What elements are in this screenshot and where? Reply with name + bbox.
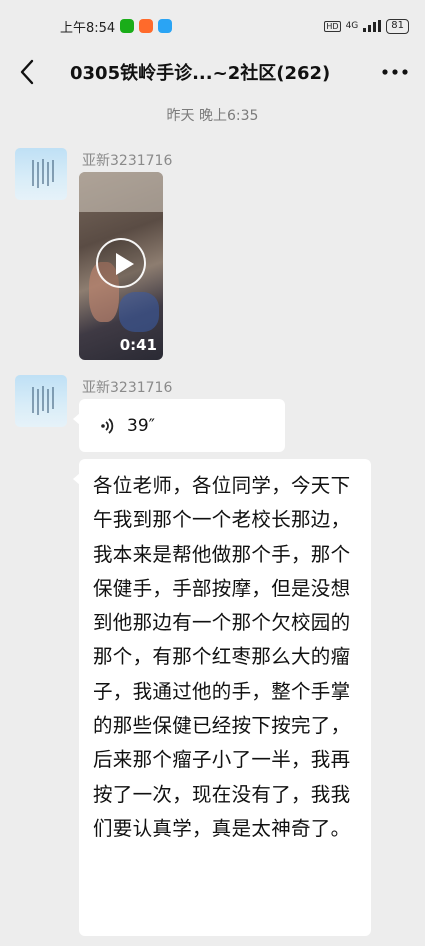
voice-message[interactable]: 39″ [73,399,285,452]
sender-name: 亚新3231716 [82,153,173,169]
message-text: 各位老师，各位同学，今天下午我到那个一个老校长那边，我本来是帮他做那个手，那个保… [93,474,351,840]
video-message[interactable]: 0:41 [79,172,163,360]
more-dots-icon [382,69,408,75]
avatar-image [32,159,54,188]
chevron-left-icon [20,59,34,85]
battery-indicator: 81 [386,18,409,34]
chat-header: 0305铁岭手诊...~2社区(262) [0,52,425,92]
app-notification-icon [158,19,173,33]
video-duration: 0:41 [119,336,157,354]
status-time: 上午8:54 [60,20,116,36]
avatar[interactable] [15,148,67,200]
text-message[interactable]: 各位老师，各位同学，今天下午我到那个一个老校长那边，我本来是帮他做那个手，那个保… [73,459,371,936]
chat-title: 0305铁岭手诊...~2社区(262) [70,63,331,84]
hd-icon: HD [324,20,341,32]
status-left: 上午8:54 [60,17,173,36]
voice-wave-icon [101,417,114,434]
video-thumbnail-region [119,292,159,332]
signal-icon [363,20,382,32]
avatar-image [32,386,54,415]
back-button[interactable] [14,57,40,87]
status-bar: 上午8:54 HD 4G 81 [0,0,425,52]
status-right: HD 4G 81 [324,18,409,34]
app-notification-icon [120,19,135,33]
avatar[interactable] [15,375,67,427]
app-notification-icon [139,19,154,33]
more-button[interactable] [381,60,409,84]
video-thumbnail-region [79,172,163,212]
message-timestamp: 昨天 晚上6:35 [166,108,259,124]
network-type: 4G [345,21,359,31]
play-icon[interactable] [96,238,146,288]
sender-name: 亚新3231716 [82,380,173,396]
voice-duration: 39″ [127,415,155,436]
